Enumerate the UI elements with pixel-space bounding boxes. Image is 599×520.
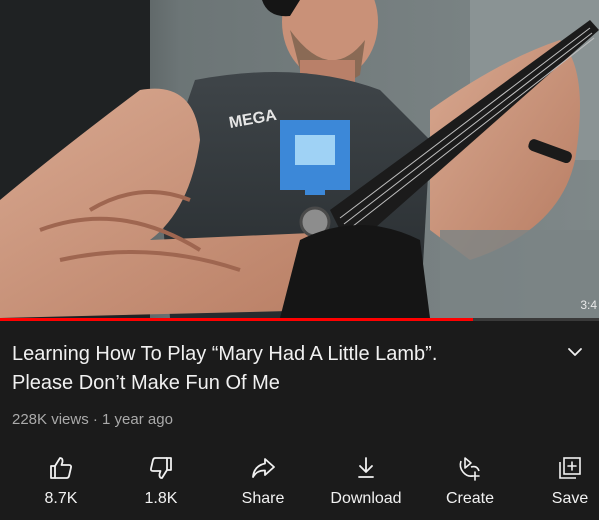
video-progress-fill — [0, 318, 474, 321]
share-icon — [252, 458, 275, 478]
video-timestamp: 3:4 — [580, 298, 597, 312]
video-title[interactable]: Learning How To Play “Mary Had A Little … — [12, 340, 532, 398]
download-button[interactable]: Download — [321, 445, 411, 520]
download-icon — [358, 457, 374, 478]
create-label: Create — [445, 490, 495, 507]
thumbs-down-icon — [150, 457, 172, 479]
dislike-button[interactable]: 1.8K — [116, 445, 206, 520]
save-button[interactable]: Save — [525, 445, 599, 520]
save-label: Save — [551, 490, 589, 507]
like-count: 8.7K — [44, 490, 78, 507]
video-frame-image: MEGA — [0, 0, 599, 318]
save-playlist-icon — [559, 457, 581, 479]
dislike-count: 1.8K — [144, 490, 178, 507]
chevron-down-icon[interactable] — [566, 345, 584, 359]
share-label: Share — [241, 490, 285, 507]
thumbs-up-icon — [50, 457, 72, 479]
download-label: Download — [330, 490, 402, 507]
video-progress-bar[interactable] — [0, 318, 599, 321]
share-button[interactable]: Share — [218, 445, 308, 520]
create-icon — [459, 457, 480, 481]
video-watch-page: MEGA 3:4 Learning How To Play “Mary Had … — [0, 0, 599, 520]
like-button[interactable]: 8.7K — [16, 445, 106, 520]
video-meta: 228K views · 1 year ago — [12, 411, 173, 428]
create-button[interactable]: Create — [425, 445, 515, 520]
video-title-line-2: Please Don’t Make Fun Of Me — [12, 372, 280, 394]
video-player[interactable]: MEGA 3:4 — [0, 0, 599, 318]
action-bar: 8.7K 1.8K Share Download Create Save — [0, 445, 599, 520]
video-title-line-1: Learning How To Play “Mary Had A Little … — [12, 343, 438, 365]
